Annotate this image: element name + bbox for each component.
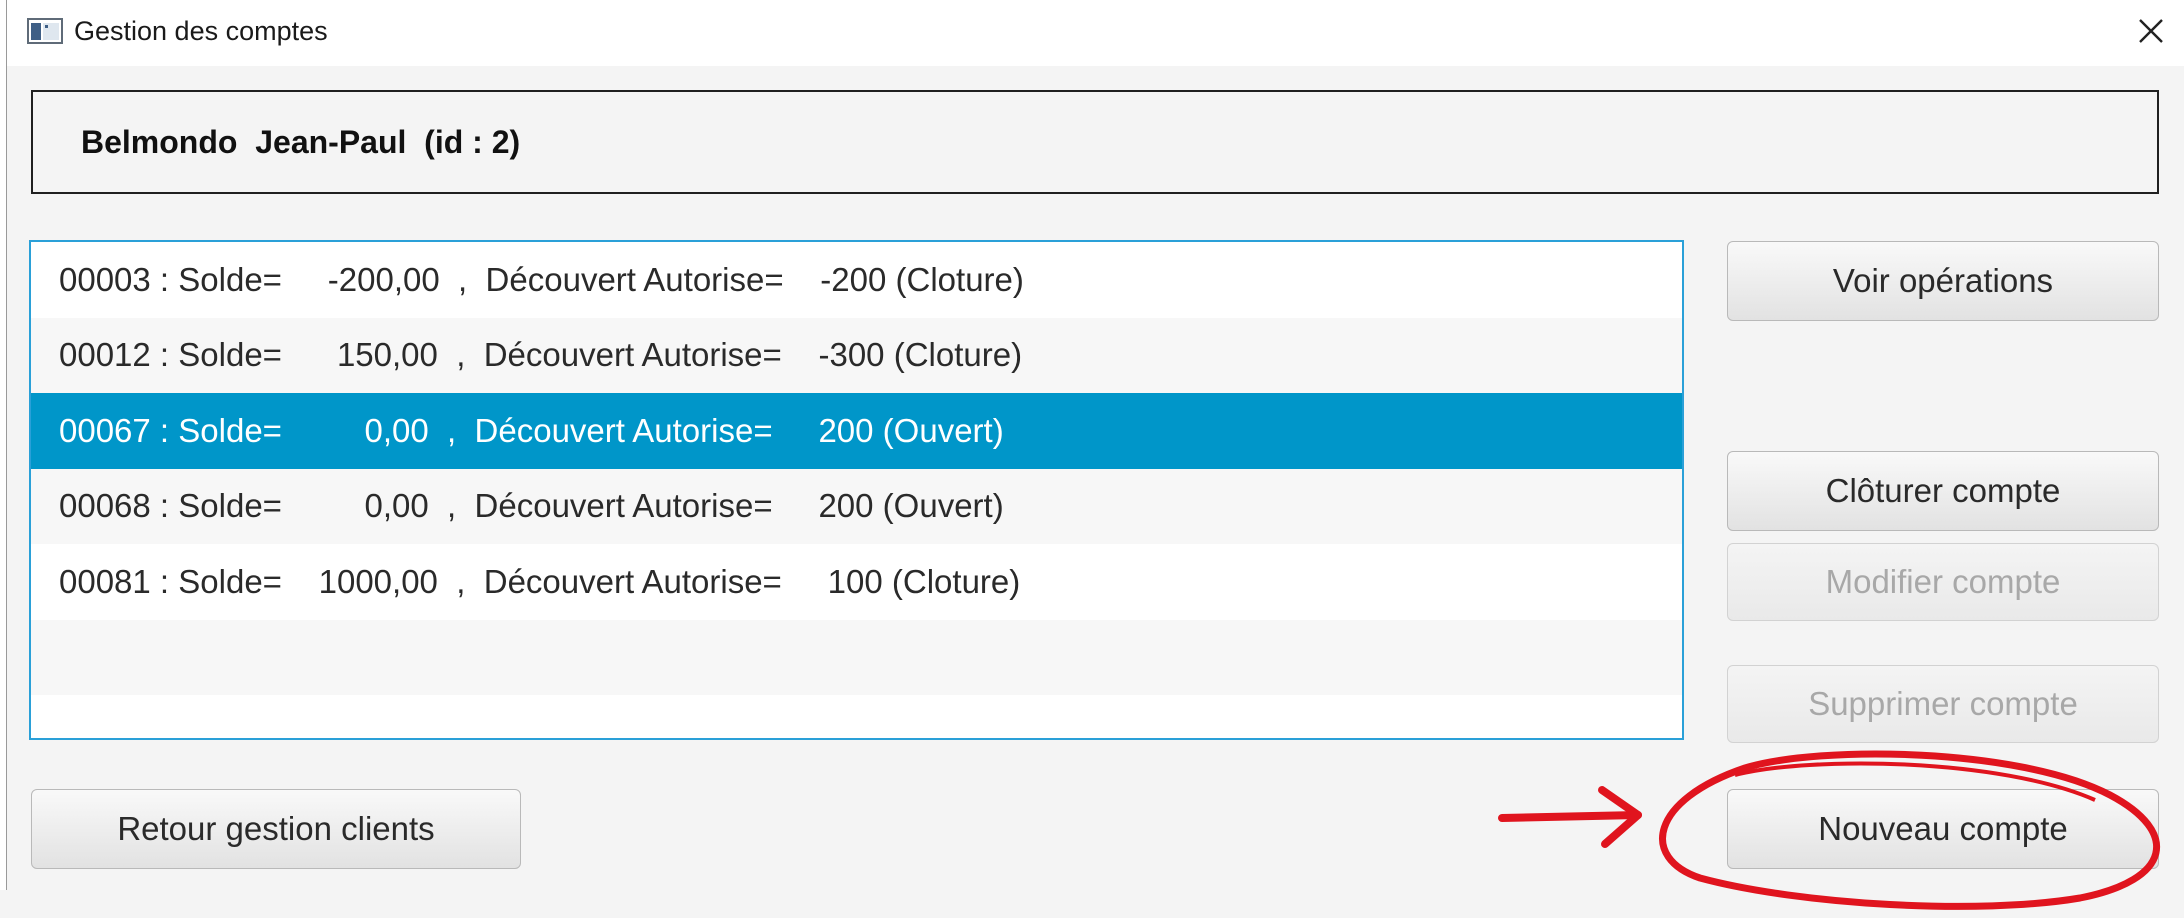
app-window-icon [27, 18, 63, 44]
accounts-list[interactable]: 00003 : Solde= -200,00 , Découvert Autor… [29, 240, 1684, 740]
empty-row [31, 695, 1682, 738]
title-bar: Gestion des comptes [7, 0, 2184, 66]
main-content: Belmondo Jean-Paul (id : 2) 00003 : Sold… [7, 66, 2184, 890]
supprimer-compte-button[interactable]: Supprimer compte [1727, 665, 2159, 743]
account-row[interactable]: 00003 : Solde= -200,00 , Découvert Autor… [31, 242, 1682, 318]
empty-row [31, 619, 1682, 695]
account-row[interactable]: 00012 : Solde= 150,00 , Découvert Autori… [31, 317, 1682, 393]
modifier-compte-button[interactable]: Modifier compte [1727, 543, 2159, 621]
account-row-selected[interactable]: 00067 : Solde= 0,00 , Découvert Autorise… [31, 393, 1682, 469]
close-icon [2139, 19, 2163, 43]
client-name: Belmondo Jean-Paul (id : 2) [81, 124, 521, 160]
cloturer-compte-button[interactable]: Clôturer compte [1727, 451, 2159, 531]
window-title: Gestion des comptes [74, 16, 328, 46]
voir-operations-button[interactable]: Voir opérations [1727, 241, 2159, 321]
account-row[interactable]: 00068 : Solde= 0,00 , Découvert Autorise… [31, 468, 1682, 544]
window-edge [0, 0, 7, 890]
nouveau-compte-button[interactable]: Nouveau compte [1727, 789, 2159, 869]
gestion-comptes-window: Gestion des comptes Belmondo Jean-Paul (… [0, 0, 2184, 918]
close-button[interactable] [2118, 0, 2184, 62]
account-row[interactable]: 00081 : Solde= 1000,00 , Découvert Autor… [31, 544, 1682, 620]
client-header: Belmondo Jean-Paul (id : 2) [31, 90, 2159, 194]
retour-gestion-clients-button[interactable]: Retour gestion clients [31, 789, 521, 869]
